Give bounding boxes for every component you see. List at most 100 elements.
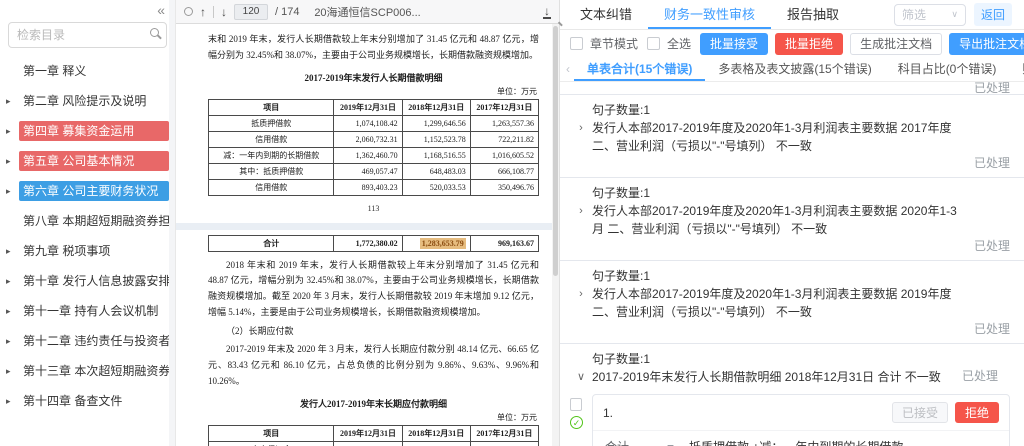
caret-right-icon[interactable]: ▸	[6, 393, 19, 409]
status-badge: 已处理	[973, 82, 1010, 95]
sidebar-item-ch2[interactable]: ▸ 第二章 风险提示及说明	[0, 86, 175, 116]
scroll-left-icon[interactable]: ‹	[562, 57, 574, 81]
page-up-icon[interactable]: ↑	[200, 6, 206, 18]
export-annotation-doc-button[interactable]: 导出批注文档	[949, 32, 1024, 55]
error-item-4-expanded[interactable]: 句子数量:1 ∨ 2017-2019年末发行人长期借款明细 2018年12月31…	[560, 344, 1024, 446]
cell: 减：一年内到期的长期借款	[207, 146, 335, 164]
toc-search-input[interactable]	[8, 22, 167, 48]
sidebar-item-ch5[interactable]: ▸ 第五章 公司基本情况	[0, 146, 175, 176]
status-badge: 已处理	[973, 156, 1010, 170]
inconsistent-value-highlight[interactable]: 1,283,653.79	[419, 237, 466, 249]
sidebar-item-ch14[interactable]: ▸ 第十四章 备查文件	[0, 386, 175, 416]
sentence-count: 句子数量:1	[592, 352, 651, 366]
detail-checkbox[interactable]	[570, 398, 582, 411]
caret-right-icon[interactable]: ▸	[6, 183, 19, 199]
caret-right-icon[interactable]: ▸	[6, 123, 19, 139]
doc-table-title: 发行人2017-2019年末长期应付款明细	[300, 398, 447, 409]
sidebar-item-ch8[interactable]: 第八章 本期超短期融资券担保情况	[0, 206, 175, 236]
filter-placeholder: 筛选	[901, 8, 926, 22]
subtab-multi-table-disclosure[interactable]: 多表格及表文披露(15个错误)	[705, 57, 884, 81]
viewer-toolbar: ↑ ↓ / 174 20海通恒信SCP006... ↓	[176, 0, 559, 24]
batch-accept-button[interactable]: 批量接受	[700, 32, 769, 55]
collapse-sidebar-icon[interactable]: «	[157, 2, 165, 18]
caret-right-icon[interactable]: ▸	[6, 363, 19, 379]
detail-index: 1.	[603, 405, 614, 420]
caret-right-icon[interactable]: ▸	[6, 153, 19, 169]
page-down-icon[interactable]: ↓	[221, 6, 227, 18]
sidebar-item-ch10[interactable]: ▸ 第十章 发行人信息披露安排	[0, 266, 175, 296]
subtab-account-ratio[interactable]: 科目占比(0个错误)	[885, 57, 1010, 81]
document-pages[interactable]: 末和 2019 年末，发行人长期借款较上年末分别增加了 31.45 亿元和 48…	[176, 24, 559, 446]
cell: 520,033.53	[401, 178, 471, 196]
doc-paragraph: 2018 年末和 2019 年末，发行人长期借款较上年末分别增加了 31.45 …	[208, 259, 539, 317]
error-title: 2017-2019年末发行人长期借款明细 2018年12月31日 合计 不一致	[592, 370, 941, 384]
error-title: 发行人本部2017-2019年度及2020年1-3月利润表主要数据 2017年度…	[592, 121, 952, 153]
sidebar-item-ch13[interactable]: ▸ 第十三章 本次超短期融资券发行的有关机构	[0, 356, 175, 386]
subtab-single-table-total[interactable]: 单表合计(15个错误)	[574, 57, 706, 81]
sidebar-item-ch11[interactable]: ▸ 第十一章 持有人会议机制	[0, 296, 175, 326]
chapter-mode-checkbox[interactable]	[570, 37, 583, 50]
error-list[interactable]: 已处理 句子数量:1 › 发行人本部2017-2019年度及2020年1-3月利…	[560, 82, 1024, 446]
tab-text-correction[interactable]: 文本纠错	[564, 0, 648, 29]
tab-financial-consistency[interactable]: 财务一致性审核	[648, 0, 772, 29]
tab-report-extraction[interactable]: 报告抽取	[771, 0, 855, 29]
scrollbar-thumb[interactable]	[553, 26, 558, 276]
sidebar-item-ch6[interactable]: ▸ 第六章 公司主要财务状况	[0, 176, 175, 206]
sentence-count: 句子数量:1	[592, 186, 651, 200]
caret-right-icon[interactable]: ▸	[6, 333, 19, 349]
page-number-input[interactable]	[234, 3, 268, 20]
caret-right-icon[interactable]: ▸	[6, 93, 19, 109]
sidebar-item-label: 第四章 募集资金运用	[19, 121, 169, 141]
subtab-financial-indicator[interactable]: 财务指标核算(18个错	[1009, 57, 1024, 81]
sidebar-item-label: 第十一章 持有人会议机制	[23, 304, 159, 318]
formula-row: 合计 = 抵质押借款 +减：一年内到期的长期借款	[593, 430, 1009, 446]
table-row: 信用借款 893,403.23 520,033.53 350,496.76	[207, 178, 540, 196]
document-page-113: 末和 2019 年末，发行人长期借款较上年末分别增加了 31.45 亿元和 48…	[176, 24, 559, 223]
batch-action-bar: 章节模式 全选 批量接受 批量拒绝 生成批注文档 导出批注文档	[560, 30, 1024, 57]
caret-right-icon[interactable]: ▸	[6, 273, 19, 289]
table-row: 信用借款 2,060,732.31 1,152,523.78 722,211.82	[207, 130, 540, 148]
cell: 722,211.82	[469, 130, 540, 148]
chevron-right-icon[interactable]: ›	[570, 285, 592, 321]
document-scrollbar[interactable]	[552, 24, 559, 446]
formula-operator: =	[667, 440, 689, 446]
sidebar-item-ch4[interactable]: ▸ 第四章 募集资金运用	[0, 116, 175, 146]
cell-highlighted: 1,283,653.79	[401, 234, 471, 252]
chapter-mode-label: 章节模式	[590, 37, 639, 51]
sidebar-item-ch12[interactable]: ▸ 第十二章 违约责任与投资者保护机制	[0, 326, 175, 356]
cell: 648,483.03	[401, 162, 471, 180]
reject-button[interactable]: 拒绝	[954, 402, 999, 423]
sidebar-item-ch1[interactable]: 第一章 释义	[0, 56, 175, 86]
back-button[interactable]: 返回	[973, 3, 1012, 26]
error-item-3[interactable]: 句子数量:1 › 发行人本部2017-2019年度及2020年1-3月利润表主要…	[560, 261, 1024, 344]
sidebar-item-ch9[interactable]: ▸ 第九章 税项事项	[0, 236, 175, 266]
chevron-right-icon[interactable]: ›	[570, 119, 592, 155]
filter-select[interactable]: 筛选 ∨	[893, 3, 966, 26]
cell: 1,299,646.56	[401, 114, 471, 132]
processed-check-icon: ✓	[570, 416, 583, 429]
chevron-right-icon[interactable]: ›	[570, 202, 592, 238]
review-tabbar: 文本纠错 财务一致性审核 报告抽取 筛选 ∨ 返回	[560, 0, 1024, 30]
sidebar-item-label: 第八章 本期超短期融资券担保情况	[23, 214, 169, 228]
caret-right-icon[interactable]: ▸	[6, 243, 19, 259]
generate-annotation-doc-button[interactable]: 生成批注文档	[850, 32, 943, 55]
error-item-1[interactable]: 句子数量:1 › 发行人本部2017-2019年度及2020年1-3月利润表主要…	[560, 95, 1024, 178]
select-all-checkbox[interactable]	[647, 37, 661, 50]
cell: 信用借款	[207, 130, 335, 148]
accepted-button[interactable]: 已接受	[891, 402, 948, 423]
batch-reject-button[interactable]: 批量拒绝	[775, 32, 844, 55]
error-item-2[interactable]: 句子数量:1 › 发行人本部2017-2019年度及2020年1-3月利润表主要…	[560, 178, 1024, 261]
error-title: 发行人本部2017-2019年度及2020年1-3月利润表主要数据 2019年度…	[592, 287, 952, 319]
error-detail: ✓ 1. 已接受 拒绝 合计 = 抵质押借款 +减：一年内到期的长期借款	[570, 394, 1012, 446]
chevron-down-icon[interactable]: ∨	[570, 368, 592, 386]
cell: 350,496.76	[469, 178, 540, 196]
zoom-icon[interactable]	[184, 7, 193, 16]
sidebar-scrollbar[interactable]	[169, 0, 175, 446]
table-row: 抵质押借款 1,074,108.42 1,299,646.56 1,263,557.3…	[207, 114, 540, 132]
caret-right-icon[interactable]: ▸	[6, 303, 19, 319]
sidebar-item-label: 第六章 公司主要财务状况	[19, 181, 169, 201]
long-term-payables-table: 项目 2019年12月31日 2018年12月31日 2017年12月31日 客…	[207, 424, 540, 446]
download-icon[interactable]: ↓	[543, 5, 551, 19]
chevron-down-icon: ∨	[951, 9, 958, 19]
cell: 848,471.39	[401, 440, 471, 446]
